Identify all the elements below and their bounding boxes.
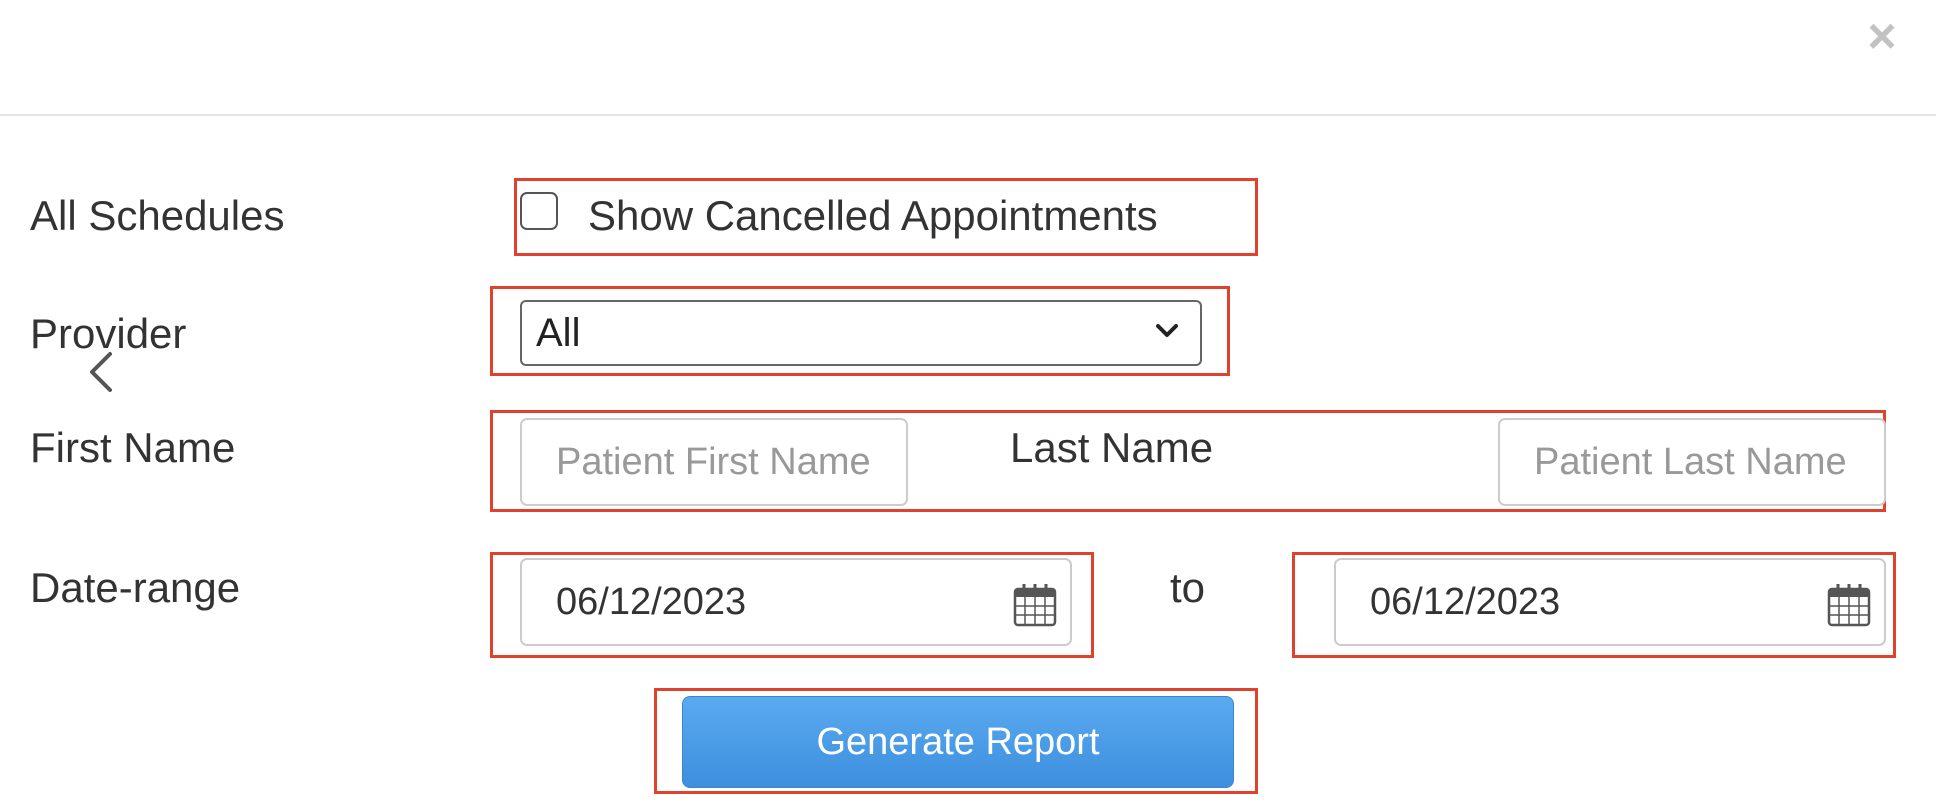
report-dialog: × All Schedules Show Cancelled Appointme… bbox=[0, 0, 1936, 810]
first-name-label: First Name bbox=[30, 424, 236, 471]
last-name-label: Last Name bbox=[1010, 424, 1214, 471]
calendar-icon[interactable] bbox=[1826, 582, 1872, 628]
close-icon[interactable]: × bbox=[1860, 10, 1904, 62]
provider-selected-value: All bbox=[536, 310, 581, 355]
chevron-down-icon bbox=[1156, 324, 1178, 337]
chevron-left-icon[interactable] bbox=[86, 350, 116, 394]
schedules-label: All Schedules bbox=[30, 192, 285, 239]
first-name-input[interactable] bbox=[520, 418, 908, 506]
show-cancelled-checkbox[interactable] bbox=[520, 192, 558, 230]
date-from-value: 06/12/2023 bbox=[556, 580, 747, 623]
date-to-input[interactable]: 06/12/2023 bbox=[1334, 558, 1886, 646]
calendar-icon[interactable] bbox=[1012, 582, 1058, 628]
header-divider bbox=[0, 114, 1936, 116]
last-name-input[interactable] bbox=[1498, 418, 1886, 506]
date-to-value: 06/12/2023 bbox=[1370, 580, 1561, 623]
date-to-label: to bbox=[1170, 564, 1206, 611]
provider-select[interactable]: All bbox=[520, 300, 1202, 366]
date-range-label: Date-range bbox=[30, 564, 241, 611]
show-cancelled-label[interactable]: Show Cancelled Appointments bbox=[588, 192, 1158, 240]
generate-report-button[interactable]: Generate Report bbox=[682, 696, 1234, 788]
date-from-input[interactable]: 06/12/2023 bbox=[520, 558, 1072, 646]
